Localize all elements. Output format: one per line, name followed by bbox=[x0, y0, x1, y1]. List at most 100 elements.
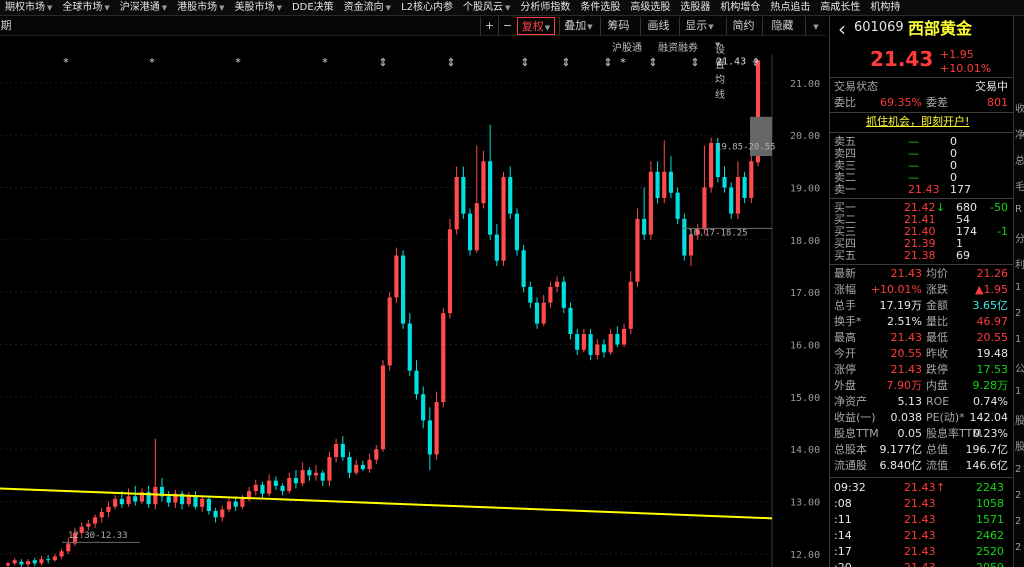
top-menu-item[interactable]: 全球市场 ▼ bbox=[57, 0, 114, 15]
divider bbox=[830, 198, 1014, 199]
candle-body bbox=[394, 255, 399, 298]
stat-label: 今开 bbox=[834, 347, 856, 360]
stat-label: 金额 bbox=[926, 299, 948, 312]
tick-volume: 2462 bbox=[976, 529, 1004, 542]
overlay-button[interactable]: 叠加▼ bbox=[559, 17, 597, 35]
dropdown-button[interactable]: ▼ bbox=[805, 17, 825, 35]
chevron-down-icon: ▼ bbox=[47, 3, 53, 12]
top-menu-label: 高级选股 bbox=[630, 1, 671, 13]
candle-body bbox=[126, 496, 131, 505]
event-marker-icon: ⇕ bbox=[446, 56, 455, 69]
top-menu-item[interactable]: 条件选股 bbox=[575, 0, 625, 15]
tick-time: :17 bbox=[834, 545, 852, 558]
stat-label: 总股本 bbox=[834, 443, 867, 456]
zoom-in-button[interactable]: + bbox=[480, 17, 498, 35]
chip-button[interactable]: 筹码 bbox=[600, 17, 636, 35]
top-menu-item[interactable]: 机构增仓 bbox=[715, 0, 765, 15]
divider bbox=[830, 264, 1014, 265]
stat-value: 196.7亿 bbox=[965, 443, 1009, 456]
tick-price: 21.43 bbox=[904, 545, 936, 558]
top-menu-label: DDE决策 bbox=[291, 1, 334, 13]
candle-body bbox=[407, 323, 412, 371]
top-menu-item[interactable]: 分析师指数 bbox=[515, 0, 575, 15]
hide-button[interactable]: 隐藏 bbox=[762, 17, 802, 35]
divider bbox=[830, 132, 1014, 133]
y-tick-label: 21.00 bbox=[790, 79, 820, 90]
top-menu-item[interactable]: 期权市场 ▼ bbox=[0, 0, 57, 15]
hugutong-link[interactable]: 沪股通 bbox=[612, 39, 642, 54]
simple-mode-button[interactable]: 简约 bbox=[726, 17, 760, 35]
stat-label: ROE bbox=[926, 395, 950, 408]
top-menu-item[interactable]: 资金流向 ▼ bbox=[339, 0, 396, 15]
candle-body bbox=[106, 506, 111, 513]
period-button[interactable]: 期 bbox=[0, 17, 12, 35]
top-menu-item[interactable]: 高级选股 bbox=[625, 0, 675, 15]
y-tick-label: 16.00 bbox=[790, 341, 820, 352]
top-menu-item[interactable]: 美股市场 ▼ bbox=[230, 0, 287, 15]
candle-body bbox=[749, 161, 754, 198]
candle-body bbox=[46, 559, 51, 561]
edge-label: 收 bbox=[1015, 104, 1024, 115]
down-arrow-icon: ↓ bbox=[936, 201, 946, 214]
tick-price: 21.43 bbox=[904, 497, 936, 510]
candle-body bbox=[280, 485, 285, 492]
event-marker-icon: ⇕ bbox=[690, 56, 699, 69]
top-menu-item[interactable]: DDE决策 bbox=[287, 0, 339, 15]
candle-body bbox=[260, 484, 265, 494]
chevron-down-icon: ▼ bbox=[385, 3, 392, 12]
top-menu-item[interactable]: 高成长性 bbox=[815, 0, 865, 15]
divider bbox=[830, 112, 1014, 113]
high-label: 21.43 → bbox=[716, 56, 758, 67]
top-menu-item[interactable]: L2核心内参 bbox=[396, 0, 458, 15]
promo-link: 抓住机会，即刻开户! bbox=[866, 115, 970, 128]
candle-body bbox=[273, 480, 278, 486]
top-menu-item[interactable]: 机构持 bbox=[865, 0, 905, 15]
candle-body bbox=[66, 543, 71, 552]
stat-value: 6.840亿 bbox=[879, 459, 923, 472]
candle-body bbox=[628, 281, 633, 329]
chevron-down-icon: ▼ bbox=[219, 3, 225, 12]
zoom-out-button[interactable]: − bbox=[498, 17, 516, 35]
candle-body bbox=[682, 218, 687, 256]
candle-body bbox=[514, 213, 520, 251]
stat-label: 量比 bbox=[926, 315, 948, 328]
kline-chart[interactable]: 12.00 13.00 14.00 15.00 16.00 17.00 18.00 19.00… bbox=[0, 54, 826, 567]
candle-body bbox=[240, 498, 245, 507]
edge-label: 2 bbox=[1015, 308, 1022, 319]
candle-body bbox=[287, 478, 292, 492]
back-arrow-icon[interactable]: ‹ bbox=[838, 17, 846, 41]
candle-body bbox=[441, 313, 446, 403]
edge-label: R bbox=[1015, 204, 1022, 215]
candle-body bbox=[595, 344, 600, 355]
y-tick-label: 15.00 bbox=[790, 393, 820, 404]
top-menu-item[interactable]: 个股风云 ▼ bbox=[458, 0, 515, 15]
stat-value: 17.19万 bbox=[879, 299, 923, 312]
stat-label: 最新 bbox=[834, 267, 856, 280]
draw-line-button[interactable]: 画线 bbox=[640, 17, 676, 35]
top-menu-label: 机构增仓 bbox=[720, 1, 761, 13]
candle-body bbox=[508, 177, 513, 214]
weibi-value: 69.35% bbox=[880, 96, 922, 109]
edge-label: 2 bbox=[1015, 516, 1022, 527]
candle-body bbox=[648, 171, 653, 235]
price-change: +1.95 bbox=[940, 48, 974, 61]
top-menu-item[interactable]: 热点追击 bbox=[765, 0, 815, 15]
top-menu-item[interactable]: 沪深港通 ▼ bbox=[115, 0, 172, 15]
candle-body bbox=[621, 328, 627, 345]
candle-body bbox=[702, 187, 707, 230]
candle-body bbox=[52, 556, 57, 561]
display-button[interactable]: 显示▼ bbox=[679, 17, 719, 35]
candle-body bbox=[92, 517, 98, 524]
stat-value: 20.55 bbox=[890, 347, 923, 360]
candle-body bbox=[655, 171, 660, 198]
candle-body bbox=[320, 472, 325, 481]
fuquan-button[interactable]: 复权▼ bbox=[517, 17, 555, 35]
margin-trading-link[interactable]: 融资融券 bbox=[658, 39, 698, 54]
candle-body bbox=[113, 498, 118, 507]
top-menu-item[interactable]: 港股市场 ▼ bbox=[172, 0, 229, 15]
top-menu-label: 港股市场 bbox=[177, 1, 218, 13]
candle-body bbox=[313, 472, 319, 476]
candle-body bbox=[267, 480, 272, 494]
top-menu-item[interactable]: 选股器 bbox=[675, 0, 715, 15]
candle-body bbox=[675, 192, 680, 219]
